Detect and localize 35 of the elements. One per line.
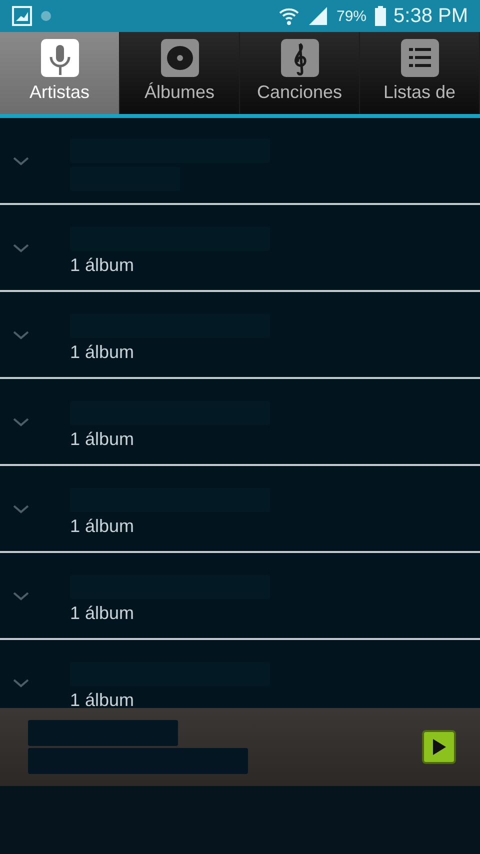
- treble-clef-icon: [280, 38, 320, 78]
- tab[interactable]: Canciones: [240, 32, 360, 114]
- dot-icon: [40, 10, 52, 22]
- artist-row[interactable]: 1 álbum: [0, 292, 480, 379]
- artist-row[interactable]: 1 álbum: [0, 466, 480, 553]
- play-icon: [431, 738, 447, 756]
- mini-player[interactable]: [0, 708, 480, 786]
- chevron-down-icon[interactable]: [12, 416, 30, 426]
- clock: 5:38 PM: [394, 4, 468, 28]
- chevron-down-icon[interactable]: [12, 590, 30, 600]
- album-count: 1 álbum: [70, 342, 134, 363]
- tab[interactable]: Álbumes: [120, 32, 240, 114]
- album-count: 1 álbum: [70, 603, 134, 624]
- album-count: 1 álbum: [70, 690, 134, 708]
- battery-percent: 79%: [336, 8, 367, 24]
- play-button[interactable]: [422, 730, 456, 764]
- gallery-icon: [12, 6, 32, 26]
- chevron-down-icon[interactable]: [12, 242, 30, 252]
- wifi-icon: [278, 6, 300, 26]
- list-icon: [400, 38, 440, 78]
- album-count: 1 álbum: [70, 255, 134, 276]
- signal-icon: [308, 6, 328, 26]
- battery-icon: [374, 6, 386, 26]
- artist-row[interactable]: 1 álbum: [0, 553, 480, 640]
- microphone-icon: [40, 38, 80, 78]
- album-count: 1 álbum: [70, 516, 134, 537]
- tab[interactable]: Artistas: [0, 32, 120, 114]
- chevron-down-icon[interactable]: [12, 504, 30, 514]
- tab[interactable]: Listas de: [360, 32, 480, 114]
- chevron-down-icon[interactable]: [12, 156, 30, 166]
- chevron-down-icon[interactable]: [12, 678, 30, 688]
- chevron-down-icon[interactable]: [12, 330, 30, 340]
- artist-row[interactable]: 1 álbum: [0, 205, 480, 292]
- artist-row[interactable]: 1 álbum: [0, 379, 480, 466]
- album-count: 1 álbum: [70, 429, 134, 450]
